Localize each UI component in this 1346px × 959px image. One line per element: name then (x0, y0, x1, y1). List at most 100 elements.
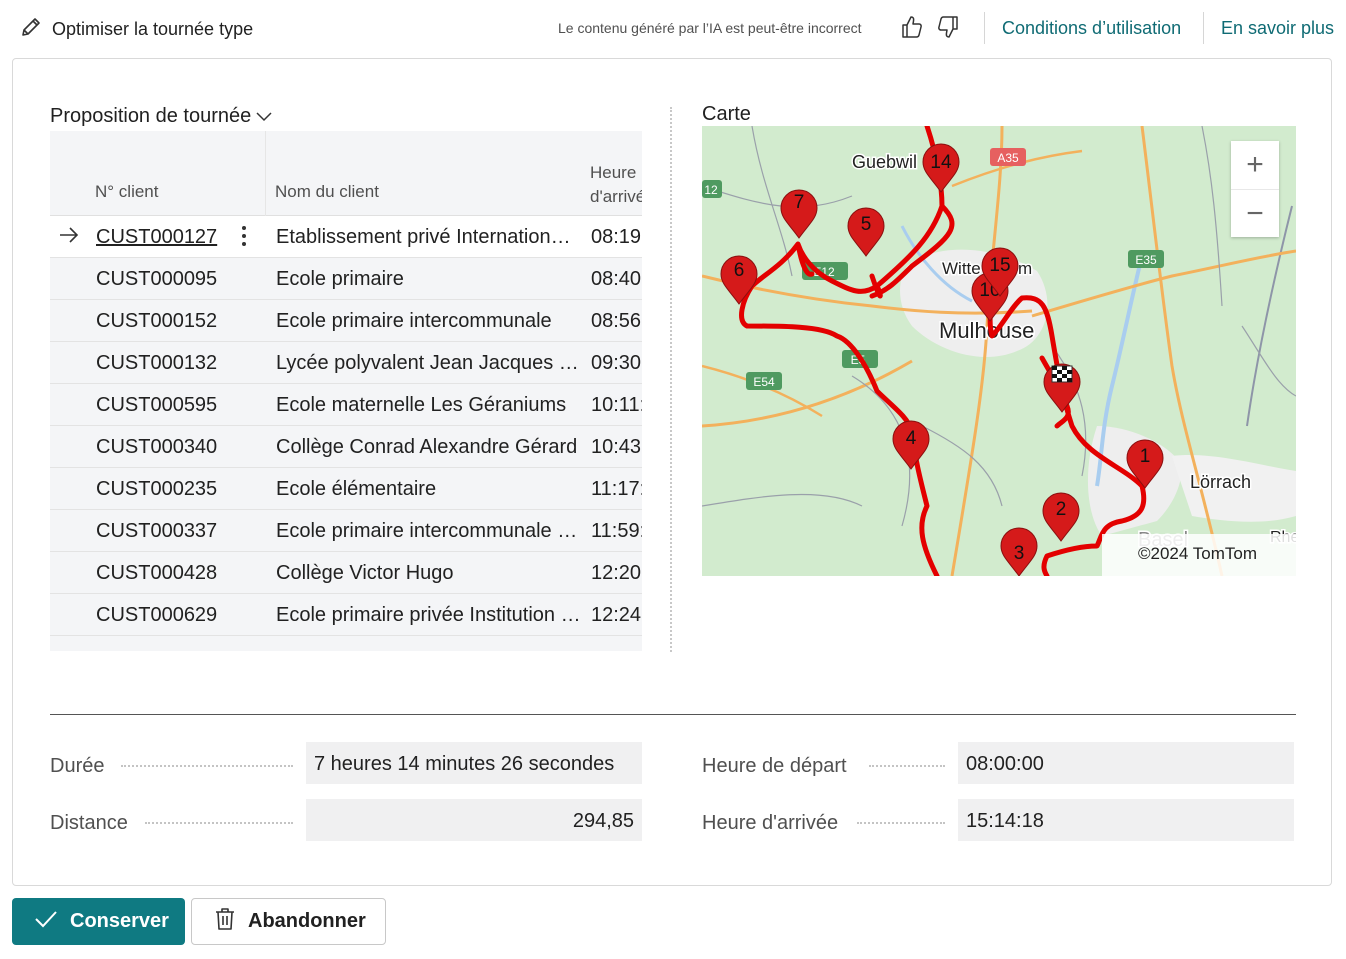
checkmark-icon (34, 909, 58, 935)
client-name: Ecole maternelle Les Géraniums (276, 394, 567, 416)
client-no: CUST000337 (96, 520, 218, 542)
header-divider (984, 12, 985, 44)
road-badge-a35-text: A35 (997, 151, 1019, 165)
arrow-right-icon (58, 225, 80, 251)
place-label-mulhouse: Mulhouse (939, 318, 1034, 343)
client-name: Ecole primaire privée Institution Sainte (276, 604, 581, 626)
client-no: CUST000340 (96, 436, 218, 458)
proposal-title: Proposition de tournée (50, 105, 252, 127)
road-badge-a35: A35 (990, 148, 1026, 166)
map-title: Carte (702, 103, 751, 125)
client-no: CUST000132 (96, 352, 218, 374)
column-header-arrival[interactable]: Heure d'arrivé (590, 161, 642, 209)
road-badge-12-text: 12 (704, 183, 718, 197)
table-row[interactable]: CUST000235 Ecole élémentaire 11:17: (50, 468, 642, 510)
discard-button[interactable]: Abandonner (191, 898, 386, 945)
arrival-time: 10:11: (591, 394, 642, 416)
road-badge-e35: E35 (1128, 250, 1164, 268)
table-body: CUST000127 Etablissement privé Internati… (50, 216, 642, 636)
client-no: CUST000595 (96, 394, 218, 416)
distance-field: 294,85 (306, 799, 642, 841)
table-row[interactable]: CUST000132 Lycée polyvalent Jean Jacques… (50, 342, 642, 384)
place-label-wittenheim: Witte (942, 259, 981, 278)
table-row[interactable]: CUST000152 Ecole primaire intercommunale… (50, 300, 642, 342)
panel-splitter[interactable] (670, 107, 672, 652)
road-badge-e54: E54 (746, 372, 782, 390)
save-button[interactable]: Conserver (12, 898, 185, 945)
dotted-leader (121, 765, 293, 767)
header-title-group: Optimiser la tournée type (20, 16, 253, 43)
road-badge-12: 12 (702, 180, 722, 198)
departure-time-field: 08:00:00 (958, 742, 1294, 784)
client-name: Ecole primaire intercommunale (276, 310, 552, 332)
departure-time-label: Heure de départ (702, 755, 847, 777)
dotted-leader (857, 822, 945, 824)
road-badge-e54-text: E54 (753, 375, 775, 389)
trash-icon (214, 907, 236, 937)
terms-of-use-link[interactable]: Conditions d’utilisation (1002, 18, 1181, 39)
zoom-out-button[interactable]: − (1231, 189, 1279, 237)
save-button-label: Conserver (70, 910, 169, 932)
column-header-arrival-line2: d'arrivé (590, 187, 642, 206)
map-zoom-controls: + − (1231, 141, 1279, 237)
arrival-time: 08:19: (591, 226, 642, 248)
table-header: N° client Nom du client Heure d'arrivé (50, 131, 642, 216)
arrival-time-label: Heure d'arrivée (702, 812, 839, 834)
arrival-time: 10:43: (591, 436, 642, 458)
client-no: CUST000629 (96, 604, 218, 626)
client-no-link[interactable]: CUST000127 (96, 226, 217, 249)
client-no: CUST000152 (96, 310, 218, 332)
dotted-leader (869, 765, 945, 767)
feedback-group (900, 14, 960, 45)
distance-label: Distance (50, 812, 128, 834)
arrival-time: 11:59: (591, 520, 642, 542)
more-options-icon[interactable] (237, 223, 251, 255)
client-name: Collège Victor Hugo (276, 562, 454, 584)
duration-field: 7 heures 14 minutes 26 secondes (306, 742, 642, 784)
chevron-down-icon (255, 105, 273, 128)
table-row[interactable]: CUST000629 Ecole primaire privée Institu… (50, 594, 642, 636)
zoom-in-button[interactable]: + (1231, 141, 1279, 189)
client-name: Etablissement privé International Mulhou… (276, 226, 581, 248)
table-row[interactable]: CUST000095 Ecole primaire 08:40: (50, 258, 642, 300)
proposal-title-dropdown[interactable]: Proposition de tournée (50, 105, 273, 128)
arrival-time-field: 15:14:18 (958, 799, 1294, 841)
column-header-client-no[interactable]: N° client (95, 182, 158, 202)
place-label-lorrach: Lörrach (1190, 472, 1251, 492)
client-no: CUST000095 (96, 268, 218, 290)
dialog-title: Optimiser la tournée type (52, 19, 254, 39)
proposal-table: N° client Nom du client Heure d'arrivé CU… (50, 131, 642, 651)
map-canvas: A35 E35 E54 E5 E12 12 Guebwil Witte m Mu… (702, 126, 1296, 576)
client-no: CUST000428 (96, 562, 218, 584)
client-name: Ecole élémentaire (276, 478, 437, 500)
thumbs-down-icon[interactable] (936, 14, 960, 45)
route-map[interactable]: A35 E35 E54 E5 E12 12 Guebwil Witte m Mu… (702, 126, 1296, 576)
table-row[interactable]: CUST000340 Collège Conrad Alexandre Géra… (50, 426, 642, 468)
table-row[interactable]: CUST000127 Etablissement privé Internati… (50, 216, 642, 258)
table-row[interactable]: CUST000595 Ecole maternelle Les Géranium… (50, 384, 642, 426)
arrival-time: 12:20: (591, 562, 642, 584)
client-name: Collège Conrad Alexandre Gérard (276, 436, 578, 458)
client-no: CUST000235 (96, 478, 218, 500)
header-divider (1203, 12, 1204, 44)
column-separator (265, 131, 266, 216)
arrival-time: 09:30: (591, 352, 642, 374)
column-header-client-name[interactable]: Nom du client (275, 182, 379, 202)
arrival-time: 12:24: (591, 604, 642, 626)
learn-more-link[interactable]: En savoir plus (1221, 18, 1334, 39)
dotted-leader (145, 822, 293, 824)
client-name: Ecole primaire (276, 268, 404, 290)
ai-disclaimer: Le contenu généré par l’IA est peut-être… (558, 20, 862, 36)
section-divider (50, 714, 1296, 715)
duration-label: Durée (50, 755, 105, 777)
discard-button-label: Abandonner (248, 910, 366, 932)
thumbs-up-icon[interactable] (900, 14, 924, 45)
table-row[interactable]: CUST000428 Collège Victor Hugo 12:20: (50, 552, 642, 594)
map-attribution: ©2024 TomTom (1102, 534, 1296, 576)
client-name: Lycée polyvalent Jean Jacques Henner (276, 352, 581, 374)
table-row[interactable]: CUST000337 Ecole primaire intercommunale… (50, 510, 642, 552)
main-card: Proposition de tournée N° client Nom du … (12, 58, 1332, 886)
dialog-header: Optimiser la tournée type Le contenu gén… (0, 0, 1346, 58)
place-label-wittenheim-end: m (1018, 259, 1032, 278)
arrival-time: 08:40: (591, 268, 642, 290)
